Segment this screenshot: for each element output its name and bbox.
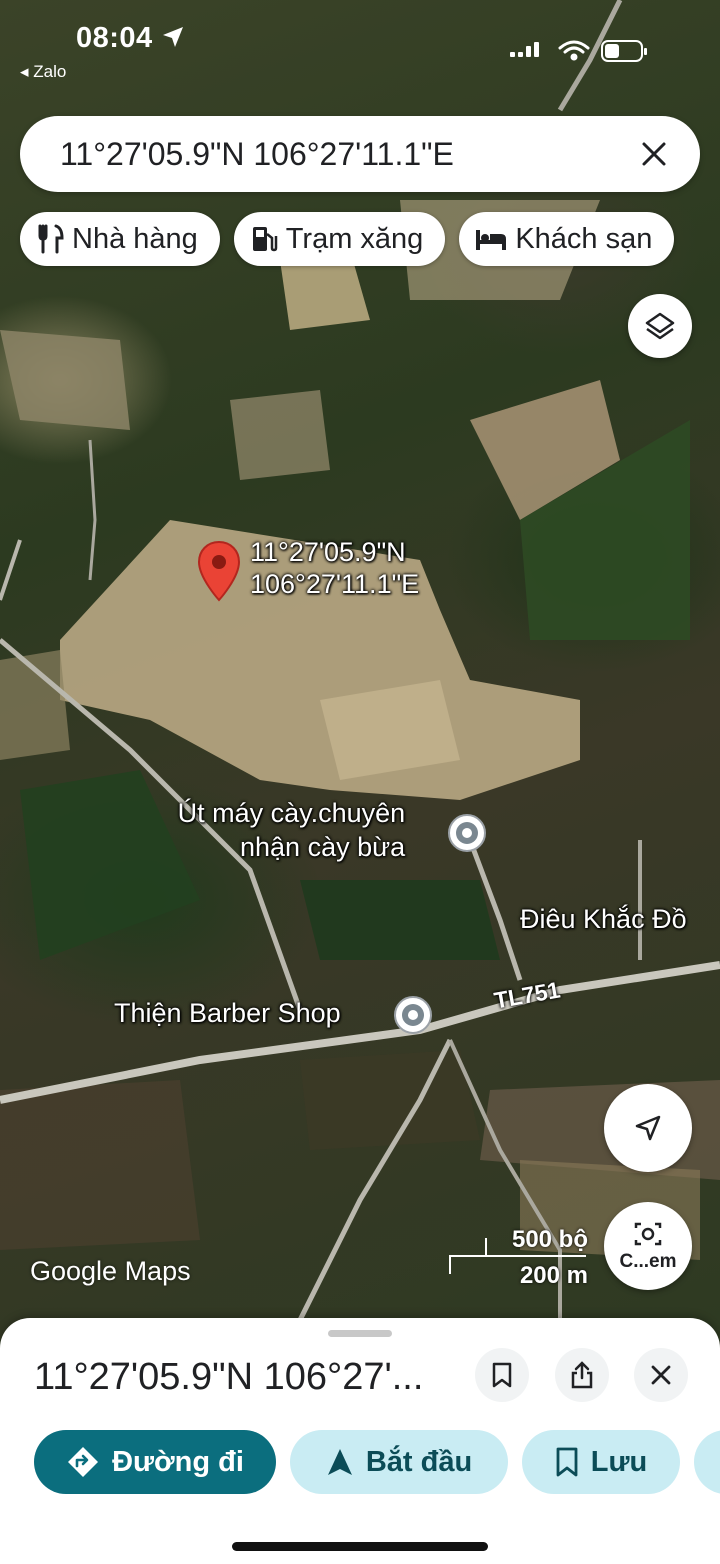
scale-bar: 500 bộ 200 m xyxy=(448,1226,588,1289)
close-sheet-button[interactable] xyxy=(634,1348,688,1402)
clear-search-button[interactable] xyxy=(634,134,674,174)
gas-station-icon xyxy=(252,227,278,252)
signal-icon xyxy=(510,42,539,57)
layers-icon xyxy=(645,312,675,340)
restaurant-icon xyxy=(38,224,64,254)
share-icon xyxy=(571,1361,593,1389)
close-icon xyxy=(651,1365,671,1385)
chip-gas-stations[interactable]: Trạm xăng xyxy=(233,212,446,266)
share-button[interactable] xyxy=(555,1348,609,1402)
navigation-icon xyxy=(327,1449,352,1475)
sheet-drag-handle[interactable] xyxy=(328,1330,392,1337)
chip-label: Khách sạn xyxy=(515,222,653,255)
my-location-button[interactable] xyxy=(604,1084,692,1172)
status-icons xyxy=(510,38,650,71)
search-input[interactable]: 11°27'05.9"N 106°27'11.1"E xyxy=(60,136,634,173)
place-label-carving[interactable]: Điêu Khắc Đồ xyxy=(520,904,687,935)
navigation-arrow-icon xyxy=(635,1115,661,1141)
save-label: Lưu xyxy=(590,1445,648,1478)
camera-search-label: C...em xyxy=(619,1251,677,1272)
directions-label: Đường đi xyxy=(112,1445,244,1478)
save-place-button[interactable]: Lưu xyxy=(522,1430,680,1494)
place-marker-icon[interactable] xyxy=(392,994,434,1036)
bookmark-icon xyxy=(556,1447,578,1477)
wifi-icon xyxy=(558,40,590,61)
status-time: 08:04 xyxy=(76,22,185,55)
google-maps-logo: Google Maps xyxy=(30,1256,191,1286)
start-navigation-button[interactable]: Bắt đầu xyxy=(290,1430,508,1494)
layers-button[interactable] xyxy=(628,294,692,358)
place-title: 11°27'05.9"N 106°27'... xyxy=(34,1356,424,1398)
place-marker-icon[interactable] xyxy=(446,812,488,854)
hotel-icon xyxy=(476,230,507,250)
category-chips: Nhà hàng Trạm xăng Khách sạn xyxy=(20,212,675,266)
bookmark-button[interactable] xyxy=(475,1348,529,1402)
bookmark-icon xyxy=(492,1362,512,1388)
home-indicator[interactable] xyxy=(232,1542,488,1551)
location-arrow-icon xyxy=(163,27,184,47)
battery-icon xyxy=(601,40,647,62)
close-icon xyxy=(642,142,666,166)
chip-hotels[interactable]: Khách sạn xyxy=(459,212,675,266)
dropped-pin-icon[interactable] xyxy=(196,540,242,604)
directions-button[interactable]: Đường đi xyxy=(34,1430,276,1494)
chip-restaurants[interactable]: Nhà hàng xyxy=(20,212,220,266)
camera-search-button[interactable]: C...em xyxy=(604,1202,692,1290)
scale-imperial: 500 bộ xyxy=(511,1226,588,1253)
lens-icon xyxy=(634,1222,662,1246)
back-to-app-link[interactable]: ◂ Zalo xyxy=(20,62,66,82)
start-label: Bắt đầu xyxy=(365,1445,473,1478)
more-actions-button[interactable] xyxy=(694,1430,720,1494)
search-bar[interactable]: 11°27'05.9"N 106°27'11.1"E xyxy=(20,116,700,192)
pin-coordinates-label: 11°27'05.9"N 106°27'11.1"E xyxy=(250,537,420,599)
place-bottom-sheet[interactable]: 11°27'05.9"N 106°27'... Đường đi Bắt đầu… xyxy=(0,1318,720,1564)
directions-icon xyxy=(68,1447,99,1477)
scale-metric: 200 m xyxy=(519,1262,588,1289)
action-buttons: Đường đi Bắt đầu Lưu xyxy=(34,1430,720,1494)
place-label-barber-shop[interactable]: Thiện Barber Shop xyxy=(114,998,341,1029)
place-label-plow-service[interactable]: Út máy cày.chuyên nhận cày bừa xyxy=(162,796,406,864)
chip-label: Nhà hàng xyxy=(72,222,198,255)
chip-label: Trạm xăng xyxy=(285,222,424,255)
